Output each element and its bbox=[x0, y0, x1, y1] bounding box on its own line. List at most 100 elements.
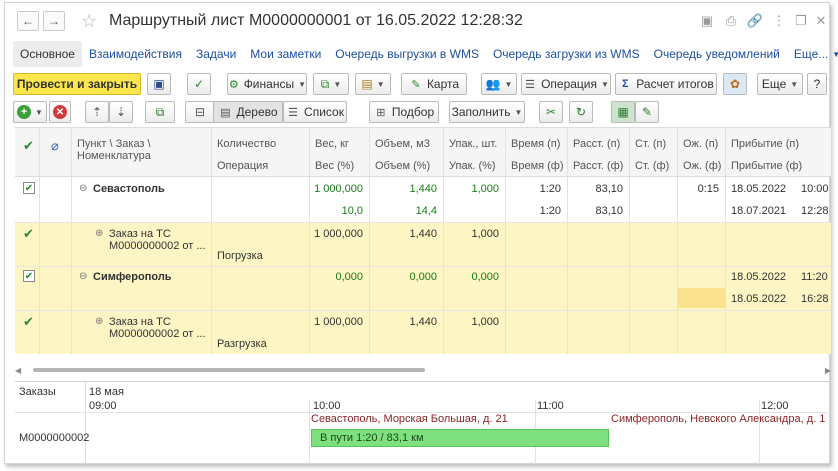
maximize-icon[interactable]: ❐ bbox=[793, 13, 809, 29]
point-name: Симферополь bbox=[93, 271, 172, 283]
tab-notes[interactable]: Мои заметки bbox=[243, 41, 328, 67]
col-time-f[interactable]: Время (ф) bbox=[511, 160, 564, 172]
col-wait-f[interactable]: Ож. (ф) bbox=[683, 160, 721, 172]
col-arrival-f[interactable]: Прибытие (ф) bbox=[731, 160, 802, 172]
edit-icon: ✎ bbox=[641, 105, 653, 119]
tree-view-button[interactable]: ▤ Дерево bbox=[213, 101, 283, 123]
scroll-left-icon[interactable]: ◀ bbox=[15, 366, 21, 375]
save-button[interactable]: ▣ bbox=[147, 73, 171, 95]
col-st-f[interactable]: Ст. (ф) bbox=[635, 160, 669, 172]
grid-toggle-button[interactable]: ▦ bbox=[611, 101, 635, 123]
tab-tasks[interactable]: Задачи bbox=[189, 41, 243, 67]
col-volume[interactable]: Объем, м3 bbox=[375, 138, 430, 150]
col-packs-pct[interactable]: Упак. (%) bbox=[449, 160, 496, 172]
wait-p-value: 0:15 bbox=[697, 183, 719, 195]
weight-value: 1 000,000 bbox=[314, 183, 363, 195]
post-button[interactable]: ✓ bbox=[187, 73, 211, 95]
delete-row-button[interactable]: ✕ bbox=[49, 101, 71, 123]
col-st-p[interactable]: Ст. (п) bbox=[635, 138, 666, 150]
posted-check-icon: ✔ bbox=[23, 226, 34, 241]
more-vertical-icon[interactable]: ⋮ bbox=[771, 13, 787, 29]
save-disk-icon: ▣ bbox=[153, 77, 165, 91]
dropdown-arrow-icon: ▼ bbox=[333, 79, 342, 89]
weight-value: 1 000,000 bbox=[314, 228, 363, 240]
scroll-right-icon[interactable]: ▶ bbox=[825, 366, 831, 375]
post-and-close-button[interactable]: Провести и закрыть bbox=[13, 73, 141, 95]
col-packs[interactable]: Упак., шт. bbox=[449, 138, 497, 150]
posted-check-icon: ✔ bbox=[23, 314, 34, 329]
expand-icon[interactable]: ⊕ bbox=[95, 228, 103, 239]
gantt-segment-sevastopol[interactable]: Севастополь, Морская Большая, д. 21 bbox=[311, 413, 601, 425]
point-name: Севастополь bbox=[93, 183, 165, 195]
help-button[interactable]: ? bbox=[807, 73, 827, 95]
link-icon[interactable]: 🔗 bbox=[747, 13, 763, 29]
favorite-star-icon[interactable]: ☆ bbox=[81, 11, 97, 32]
expand-icon[interactable]: ⊕ bbox=[95, 316, 103, 327]
back-button[interactable]: ← bbox=[17, 11, 39, 31]
close-icon[interactable]: ✕ bbox=[813, 13, 829, 29]
expand-button[interactable]: ⊟ bbox=[185, 101, 215, 123]
list-view-button[interactable]: ☰ Список bbox=[283, 101, 347, 123]
route-button[interactable]: ✂ bbox=[539, 101, 563, 123]
scrollbar-thumb[interactable] bbox=[33, 368, 425, 372]
fill-menu-button[interactable]: Заполнить ▼ bbox=[449, 101, 525, 123]
refresh-button[interactable]: ↻ bbox=[569, 101, 593, 123]
gantt-travel-bar[interactable]: В пути 1:20 / 83,1 км bbox=[311, 429, 609, 447]
tab-main[interactable]: Основное bbox=[13, 41, 82, 67]
create-based-on-button[interactable]: ⧉ ▼ bbox=[313, 73, 349, 95]
pick-button[interactable]: ⊞ Подбор bbox=[369, 101, 439, 123]
col-dist-p[interactable]: Расст. (п) bbox=[573, 138, 620, 150]
add-row-button[interactable]: + ▼ bbox=[13, 101, 47, 123]
move-down-icon: ⇣ bbox=[115, 105, 127, 119]
col-arrival-p[interactable]: Прибытие (п) bbox=[731, 138, 799, 150]
arrival-p-date: 18.05.2022 bbox=[731, 183, 787, 195]
packs-value: 1,000 bbox=[471, 228, 499, 240]
tab-wms-import[interactable]: Очередь загрузки из WMS bbox=[486, 41, 647, 67]
section-tabs: Основное Взаимодействия Задачи Мои замет… bbox=[13, 41, 838, 67]
col-operation[interactable]: Операция bbox=[217, 160, 268, 172]
col-time-p[interactable]: Время (п) bbox=[511, 138, 560, 150]
tree-icon: ▤ bbox=[220, 106, 231, 119]
calc-totals-button[interactable]: Σ Расчет итогов bbox=[615, 73, 717, 95]
col-point-order[interactable]: Пункт \ Заказ \ bbox=[77, 138, 151, 150]
col-dist-f[interactable]: Расст. (ф) bbox=[573, 160, 623, 172]
horizontal-scrollbar[interactable]: ◀ ▶ bbox=[15, 366, 831, 375]
highlight-cell bbox=[677, 288, 725, 308]
palette-button[interactable]: ✿ bbox=[723, 73, 747, 95]
forward-button[interactable]: → bbox=[43, 11, 65, 31]
tab-wms-export[interactable]: Очередь выгрузки в WMS bbox=[328, 41, 486, 67]
post-document-icon: ✓ bbox=[193, 77, 205, 91]
finance-menu-button[interactable]: ⚙ Финансы ▼ bbox=[227, 73, 307, 95]
map-button[interactable]: ✎ Карта bbox=[401, 73, 467, 95]
col-weight[interactable]: Вес, кг bbox=[315, 138, 349, 150]
col-nomenclature[interactable]: Номенклатура bbox=[77, 150, 151, 162]
move-down-button[interactable]: ⇣ bbox=[109, 101, 133, 123]
tab-more[interactable]: Еще... ▼ bbox=[787, 41, 838, 67]
col-volume-pct[interactable]: Объем (%) bbox=[375, 160, 430, 172]
col-quantity[interactable]: Количество bbox=[217, 138, 276, 150]
print-menu-button[interactable]: ▤ ▼ bbox=[355, 73, 391, 95]
row-checkbox[interactable]: ✔ bbox=[23, 270, 35, 282]
gantt-segment-simferopol[interactable]: Симферополь, Невского Александра, д. 1 bbox=[611, 413, 831, 425]
tab-interactions[interactable]: Взаимодействия bbox=[82, 41, 189, 67]
collapse-icon[interactable]: ⊖ bbox=[79, 271, 87, 282]
edit-button[interactable]: ✎ bbox=[635, 101, 659, 123]
print-icon[interactable]: ⎙ bbox=[723, 13, 739, 29]
save-disk-icon[interactable]: ▣ bbox=[699, 13, 715, 29]
gantt-hour: 12:00 bbox=[761, 400, 789, 412]
operation-value: Разгрузка bbox=[217, 338, 267, 350]
move-up-button[interactable]: ⇡ bbox=[85, 101, 109, 123]
list-label: Список bbox=[304, 105, 344, 119]
operation-menu-button[interactable]: ☰ Операция ▼ bbox=[521, 73, 611, 95]
col-weight-pct[interactable]: Вес (%) bbox=[315, 160, 354, 172]
dist-p-value: 83,10 bbox=[595, 183, 623, 195]
fill-label: Заполнить bbox=[451, 105, 511, 119]
row-checkbox[interactable]: ✔ bbox=[23, 182, 35, 194]
packs-value: 1,000 bbox=[471, 183, 499, 195]
copy-button[interactable]: ⧉ bbox=[145, 101, 175, 123]
col-wait-p[interactable]: Ож. (п) bbox=[683, 138, 718, 150]
users-menu-button[interactable]: 👥 ▼ bbox=[481, 73, 517, 95]
collapse-icon[interactable]: ⊖ bbox=[79, 183, 87, 194]
more-actions-button[interactable]: Еще ▼ bbox=[757, 73, 803, 95]
tab-notifications[interactable]: Очередь уведомлений bbox=[647, 41, 787, 67]
